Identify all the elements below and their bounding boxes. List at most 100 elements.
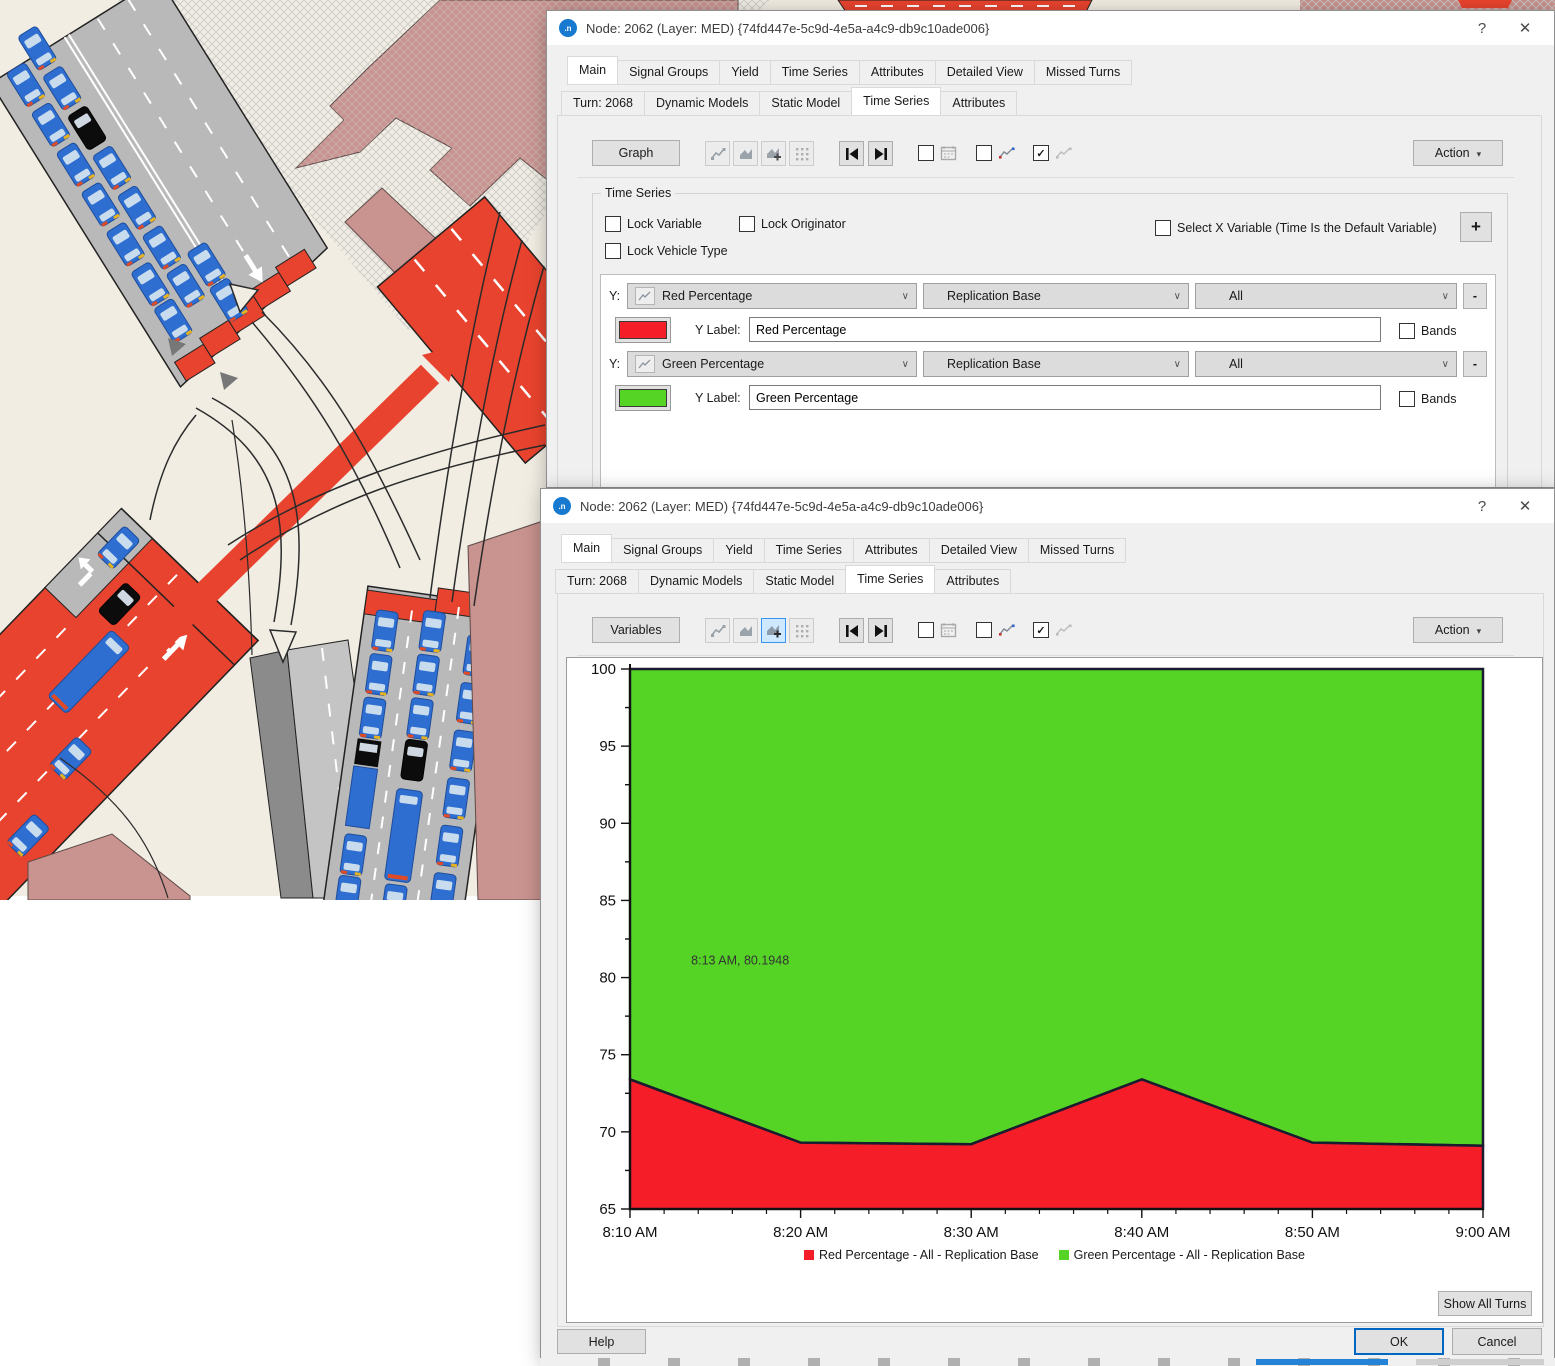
action-button[interactable]: Action ▾ (1413, 140, 1503, 166)
legend-item-red: Red Percentage - All - Replication Base (804, 1248, 1039, 1262)
lock-variable-row[interactable]: Lock Variable (605, 216, 702, 232)
svg-text:8:30 AM: 8:30 AM (944, 1224, 999, 1241)
app-icon: .n (559, 19, 577, 37)
select-x-variable-checkbox[interactable] (1155, 220, 1171, 236)
aggregate-checkbox[interactable]: ✓ (1033, 622, 1049, 638)
tab-signal-groups[interactable]: Signal Groups (617, 60, 720, 85)
select-x-variable-row[interactable]: Select X Variable (Time Is the Default V… (1155, 220, 1437, 236)
tab-detailed-view[interactable]: Detailed View (929, 538, 1029, 563)
tab-inner-time-series[interactable]: Time Series (851, 87, 941, 116)
tab-static-model[interactable]: Static Model (759, 91, 852, 116)
lock-originator-row[interactable]: Lock Originator (739, 216, 846, 232)
tab-signal-groups[interactable]: Signal Groups (611, 538, 714, 563)
svg-text:8:20 AM: 8:20 AM (773, 1224, 828, 1241)
aggregate-toggle[interactable]: ✓ (1033, 145, 1073, 161)
time-series-chart-panel[interactable]: 657075808590951008:10 AM8:20 AM8:30 AM8:… (566, 657, 1543, 1323)
series-color-swatch-green[interactable] (615, 385, 671, 411)
calendar-toggle[interactable] (918, 622, 957, 638)
close-icon[interactable]: ✕ (1508, 497, 1542, 515)
tab-yield[interactable]: Yield (719, 60, 770, 85)
skip-to-end-icon[interactable] (868, 618, 893, 643)
line-chart-mini-disabled-icon (1055, 623, 1073, 637)
variables-button[interactable]: Variables (592, 617, 680, 643)
calendar-checkbox[interactable] (918, 145, 934, 161)
action-button[interactable]: Action ▾ (1413, 617, 1503, 643)
help-button[interactable]: Help (557, 1329, 646, 1354)
title-bar[interactable]: .n Node: 2062 (Layer: MED) {74fd447e-5c9… (541, 489, 1554, 523)
series-checkbox[interactable] (976, 622, 992, 638)
tab-attributes[interactable]: Attributes (853, 538, 930, 563)
area-chart-icon[interactable] (733, 141, 758, 166)
tab-detailed-view[interactable]: Detailed View (935, 60, 1035, 85)
y-label-input-red[interactable] (749, 317, 1381, 342)
y-label-input-green[interactable] (749, 385, 1381, 410)
tab-missed-turns[interactable]: Missed Turns (1034, 60, 1132, 85)
series-color-swatch-red[interactable] (615, 317, 671, 343)
tab-inner-attributes[interactable]: Attributes (940, 91, 1017, 116)
lock-vehicle-type-row[interactable]: Lock Vehicle Type (605, 243, 728, 259)
lock-originator-checkbox[interactable] (739, 216, 755, 232)
bands-checkbox-green[interactable] (1399, 391, 1415, 407)
tab-main[interactable]: Main (567, 56, 618, 85)
series-toggle[interactable] (976, 622, 1016, 638)
remove-row-button[interactable]: - (1463, 283, 1487, 309)
add-area-chart-icon[interactable] (761, 618, 786, 643)
lock-variable-checkbox[interactable] (605, 216, 621, 232)
tab-turn-2068[interactable]: Turn: 2068 (561, 91, 645, 116)
ok-button[interactable]: OK (1354, 1328, 1444, 1355)
tab-missed-turns[interactable]: Missed Turns (1028, 538, 1126, 563)
tab-static-model[interactable]: Static Model (753, 569, 846, 594)
grid-icon[interactable] (789, 618, 814, 643)
app-icon: .n (553, 497, 571, 515)
line-chart-mini-icon (635, 287, 655, 305)
tab-dynamic-models[interactable]: Dynamic Models (638, 569, 754, 594)
skip-to-start-icon[interactable] (839, 141, 864, 166)
tab-time-series[interactable]: Time Series (764, 538, 854, 563)
bands-checkbox-red[interactable] (1399, 323, 1415, 339)
lock-vehicle-type-checkbox[interactable] (605, 243, 621, 259)
svg-text:8:50 AM: 8:50 AM (1285, 1224, 1340, 1241)
aggregate-checkbox[interactable]: ✓ (1033, 145, 1049, 161)
line-chart-icon[interactable] (705, 141, 730, 166)
line-chart-icon[interactable] (705, 618, 730, 643)
chevron-down-icon: ∨ (1442, 359, 1449, 370)
tab-main[interactable]: Main (561, 534, 612, 563)
time-series-groupbox: Time Series Lock Variable Lock Originato… (592, 193, 1508, 488)
cancel-button[interactable]: Cancel (1452, 1328, 1542, 1355)
calendar-checkbox[interactable] (918, 622, 934, 638)
area-chart-icon[interactable] (733, 618, 758, 643)
calendar-icon (940, 622, 957, 638)
calendar-toggle[interactable] (918, 145, 957, 161)
aggregate-toggle[interactable]: ✓ (1033, 622, 1073, 638)
tab-time-series[interactable]: Time Series (770, 60, 860, 85)
tab-turn-2068[interactable]: Turn: 2068 (555, 569, 639, 594)
help-icon[interactable]: ? (1465, 20, 1499, 37)
variable-dropdown-red[interactable]: Red Percentage ∨ (627, 283, 917, 309)
add-area-chart-icon[interactable] (761, 141, 786, 166)
tab-yield[interactable]: Yield (713, 538, 764, 563)
grid-icon[interactable] (789, 141, 814, 166)
origin-dropdown-green[interactable]: Replication Base ∨ (923, 351, 1189, 377)
skip-to-end-icon[interactable] (868, 141, 893, 166)
add-x-variable-button[interactable]: + (1460, 212, 1492, 242)
aggregation-dropdown-green[interactable]: All ∨ (1195, 351, 1457, 377)
variable-dropdown-green[interactable]: Green Percentage ∨ (627, 351, 917, 377)
bands-row-green[interactable]: Bands (1399, 391, 1456, 407)
origin-dropdown-red[interactable]: Replication Base ∨ (923, 283, 1189, 309)
bands-row-red[interactable]: Bands (1399, 323, 1456, 339)
tab-inner-attributes[interactable]: Attributes (934, 569, 1011, 594)
skip-to-start-icon[interactable] (839, 618, 864, 643)
graph-button[interactable]: Graph (592, 140, 680, 166)
title-bar[interactable]: .n Node: 2062 (Layer: MED) {74fd447e-5c9… (547, 11, 1554, 45)
svg-text:9:00 AM: 9:00 AM (1455, 1224, 1510, 1241)
close-icon[interactable]: ✕ (1508, 19, 1542, 37)
series-toggle[interactable] (976, 145, 1016, 161)
tab-attributes[interactable]: Attributes (859, 60, 936, 85)
aggregation-dropdown-red[interactable]: All ∨ (1195, 283, 1457, 309)
tab-dynamic-models[interactable]: Dynamic Models (644, 91, 760, 116)
tab-inner-time-series[interactable]: Time Series (845, 565, 935, 594)
series-checkbox[interactable] (976, 145, 992, 161)
show-all-turns-button[interactable]: Show All Turns (1438, 1291, 1532, 1316)
help-icon[interactable]: ? (1465, 498, 1499, 515)
remove-row-button[interactable]: - (1463, 351, 1487, 377)
